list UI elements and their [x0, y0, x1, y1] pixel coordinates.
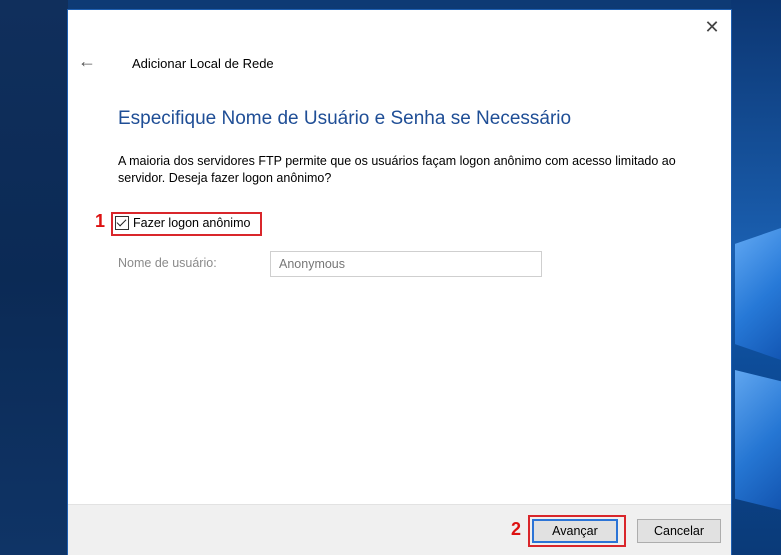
- cancel-button[interactable]: Cancelar: [637, 519, 721, 543]
- desktop-left-strip: [0, 0, 68, 555]
- desktop-right-strip: [731, 0, 781, 555]
- add-network-location-dialog: ✕ ← Adicionar Local de Rede Especifique …: [68, 10, 731, 555]
- back-button[interactable]: ←: [78, 50, 102, 72]
- annotation-marker-1: 1: [95, 211, 106, 231]
- close-icon: ✕: [704, 17, 720, 37]
- anonymous-logon-checkbox[interactable]: Fazer logon anônimo: [115, 215, 250, 231]
- annotation-marker-2: 2: [511, 519, 522, 539]
- page-heading: Especifique Nome de Usuário e Senha se N…: [118, 108, 572, 129]
- close-button[interactable]: ✕: [701, 16, 723, 38]
- dialog-footer: 2 Avançar Cancelar: [68, 504, 731, 555]
- username-label: Nome de usuário:: [118, 256, 217, 270]
- next-button[interactable]: Avançar: [532, 519, 618, 543]
- wizard-title: Adicionar Local de Rede: [132, 56, 274, 71]
- back-arrow-icon: ←: [78, 51, 96, 71]
- checkbox-checked-icon[interactable]: [115, 216, 129, 230]
- anonymous-logon-label: Fazer logon anônimo: [133, 216, 251, 230]
- windows-logo-pane-top: [735, 228, 781, 360]
- windows-logo-pane-bottom: [735, 370, 781, 510]
- username-field[interactable]: [270, 251, 542, 277]
- description-text: A maioria dos servidores FTP permite que…: [118, 154, 676, 185]
